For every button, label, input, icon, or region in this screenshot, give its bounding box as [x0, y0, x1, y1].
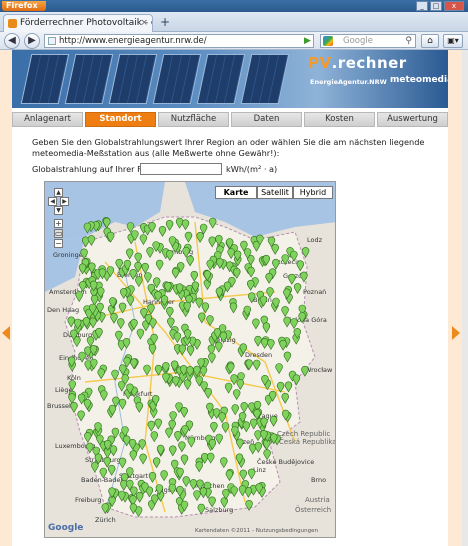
city-label: České Budějovice: [257, 457, 314, 466]
search-engine-icon[interactable]: [323, 36, 333, 46]
prev-step-arrow-icon[interactable]: [2, 326, 10, 340]
pv-rechner-logo: PV.rechner: [308, 54, 407, 72]
meteomedia-logo: meteomedia: [390, 75, 448, 85]
city-label: Strasbourg: [85, 456, 121, 464]
zoom-in-icon[interactable]: +: [54, 219, 63, 228]
google-logo[interactable]: Google: [48, 523, 83, 533]
vertical-scrollbar[interactable]: [462, 50, 468, 546]
map-type-hybrid[interactable]: Hybrid: [293, 186, 333, 199]
step-anlagenart[interactable]: Anlagenart: [12, 112, 83, 127]
search-bar[interactable]: Google ⚲: [320, 34, 416, 48]
firefox-menu-button[interactable]: Firefox: [2, 1, 46, 11]
url-text: http://www.energieagentur.nrw.de/: [59, 36, 207, 46]
solar-panel-image: [196, 54, 246, 104]
city-label: Dresden: [245, 351, 272, 359]
station-marker-icon[interactable]: [301, 365, 309, 377]
map-type-satellit[interactable]: Satellit: [257, 186, 293, 199]
page-viewport: PV.rechner EnergieAgentur.NRW meteomedia…: [0, 50, 462, 546]
globalstrahlung-input[interactable]: [140, 163, 222, 175]
energieagentur-logo: EnergieAgentur.NRW: [310, 78, 387, 86]
site-identity-icon[interactable]: [48, 37, 56, 45]
go-arrow-icon[interactable]: ▶: [304, 36, 314, 46]
tab-strip: Förderrechner Photovoltaik - ein Service…: [0, 12, 468, 32]
station-marker-icon[interactable]: [245, 500, 253, 511]
map-type-karte[interactable]: Karte: [215, 186, 257, 199]
address-bar[interactable]: http://www.energieagentur.nrw.de/: [44, 34, 314, 48]
pan-down-icon[interactable]: ▼: [54, 206, 63, 215]
window-title-bar: Firefox _ □ x: [0, 0, 468, 12]
solar-panel-image: [108, 54, 158, 104]
minimize-button[interactable]: _: [416, 1, 428, 11]
search-placeholder: Google: [343, 36, 373, 46]
city-label: Zürich: [95, 516, 116, 524]
city-label: Freiburg: [75, 496, 102, 504]
pan-right-icon[interactable]: ▶: [60, 197, 69, 206]
maximize-button[interactable]: □: [430, 1, 442, 11]
header-banner: PV.rechner EnergieAgentur.NRW meteomedia: [12, 50, 448, 108]
step-daten[interactable]: Daten: [231, 112, 302, 127]
step-auswertung[interactable]: Auswertung: [377, 112, 448, 127]
new-tab-button[interactable]: +: [158, 16, 172, 30]
pan-up-icon[interactable]: ▲: [54, 188, 63, 197]
city-label: Österreich: [295, 505, 331, 514]
solar-panel-image: [152, 54, 202, 104]
close-window-button[interactable]: x: [444, 1, 464, 11]
back-button[interactable]: ◀: [4, 33, 20, 49]
solar-panel-image: [240, 54, 290, 104]
city-label: Lodz: [307, 236, 323, 244]
tab-title: Förderrechner Photovoltaik - ein Service…: [20, 18, 152, 28]
globalstrahlung-unit: kWh/(m² · a): [226, 164, 278, 174]
addon-menu-button[interactable]: ▣▾: [443, 34, 463, 48]
city-label: Poznań: [303, 288, 326, 296]
step-kosten[interactable]: Kosten: [304, 112, 375, 127]
station-marker-icon[interactable]: [301, 247, 310, 258]
city-label: Wrocław: [305, 366, 333, 374]
zoom-slider-icon[interactable]: ▭: [54, 229, 63, 238]
home-button[interactable]: ⌂: [421, 34, 439, 48]
city-label: Salzburg: [205, 506, 233, 514]
page-content: PV.rechner EnergieAgentur.NRW meteomedia…: [12, 50, 448, 546]
step-navigation: Anlagenart Standort Nutzfläche Daten Kos…: [12, 112, 448, 127]
tab-close-icon[interactable]: ×: [140, 15, 148, 31]
station-map[interactable]: GroningenHamburgSzczecinBremenBerlinHann…: [44, 181, 336, 538]
navigation-bar: ◀ ▶ http://www.energieagentur.nrw.de/ ▶ …: [0, 32, 468, 50]
city-label: Czech Republic: [277, 430, 330, 438]
city-label: Den Haag: [47, 306, 79, 314]
solar-panel-image: [64, 54, 114, 104]
forward-button[interactable]: ▶: [24, 33, 40, 49]
zoom-out-icon[interactable]: −: [54, 239, 63, 248]
search-icon[interactable]: ⚲: [405, 35, 412, 47]
instructions-text: Geben Sie den Globalstrahlungswert Ihrer…: [32, 137, 425, 158]
city-label: Austria: [305, 496, 330, 504]
step-nutzflaeche[interactable]: Nutzfläche: [158, 112, 229, 127]
next-step-arrow-icon[interactable]: [452, 326, 460, 340]
browser-tab[interactable]: Förderrechner Photovoltaik - ein Service…: [3, 14, 153, 32]
step-standort[interactable]: Standort: [85, 112, 156, 127]
pan-left-icon[interactable]: ◀: [48, 197, 57, 206]
favicon-icon: [8, 19, 17, 28]
city-label: Česká Republika: [279, 437, 336, 446]
map-canvas[interactable]: GroningenHamburgSzczecinBremenBerlinHann…: [45, 182, 336, 538]
city-label: Brno: [311, 476, 326, 484]
solar-panel-image: [20, 54, 70, 104]
map-copyright: Kartendaten ©2011 - Nutzungsbedingungen: [195, 528, 318, 534]
